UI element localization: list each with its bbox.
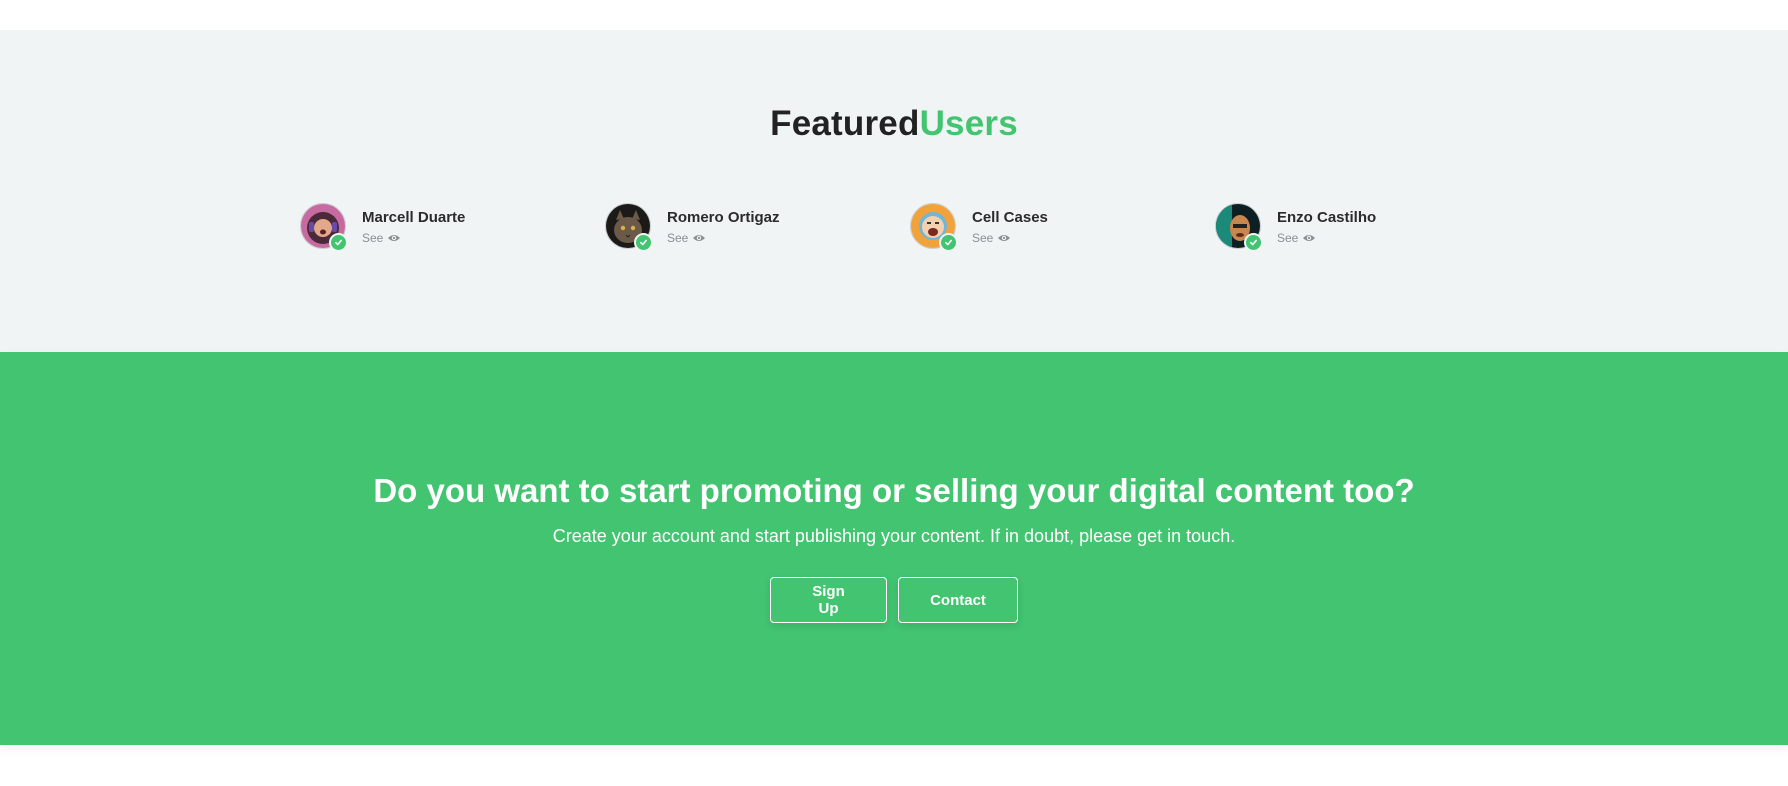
verified-check-icon [329,233,348,252]
eye-icon [1303,235,1316,241]
cta-buttons: Sign Up Contact [0,577,1788,623]
featured-title-main: Featured [770,104,920,143]
user-name[interactable]: Marcell Duarte [362,209,465,226]
see-label: See [972,231,994,245]
user-card-cell-cases[interactable]: Cell Cases See [910,203,1150,253]
see-profile-link[interactable]: See [1277,231,1316,245]
see-profile-link[interactable]: See [362,231,401,245]
user-name[interactable]: Romero Ortigaz [667,209,780,226]
sign-up-button[interactable]: Sign Up [770,577,887,623]
see-profile-link[interactable]: See [972,231,1011,245]
avatar[interactable] [1215,203,1263,252]
avatar[interactable] [605,203,653,252]
see-label: See [1277,231,1299,245]
verified-check-icon [939,233,958,252]
avatar[interactable] [910,203,958,252]
user-card-marcell-duarte[interactable]: Marcell Duarte See [300,203,540,253]
featured-title-accent: Users [919,104,1018,143]
avatar[interactable] [300,203,348,252]
eye-icon [998,235,1011,241]
cta-title: Do you want to start promoting or sellin… [373,472,1415,509]
verified-check-icon [1244,233,1263,252]
cta-section: Do you want to start promoting or sellin… [0,352,1788,745]
see-label: See [362,231,384,245]
user-name[interactable]: Enzo Castilho [1277,209,1376,226]
featured-users-list: Marcell Duarte See Romero Ortigaz See Ce… [300,203,1520,253]
contact-button[interactable]: Contact [898,577,1018,623]
featured-users-section: FeaturedUsers Marcell Duarte See Romero … [0,30,1788,352]
eye-icon [388,235,401,241]
top-strip [0,0,1788,30]
see-label: See [667,231,689,245]
user-card-romero-ortigaz[interactable]: Romero Ortigaz See [605,203,845,253]
verified-check-icon [634,233,653,252]
see-profile-link[interactable]: See [667,231,706,245]
featured-users-title: FeaturedUsers [0,104,1788,144]
user-name[interactable]: Cell Cases [972,209,1048,226]
cta-subtitle: Create your account and start publishing… [552,526,1236,546]
user-card-enzo-castilho[interactable]: Enzo Castilho See [1215,203,1455,253]
eye-icon [693,235,706,241]
